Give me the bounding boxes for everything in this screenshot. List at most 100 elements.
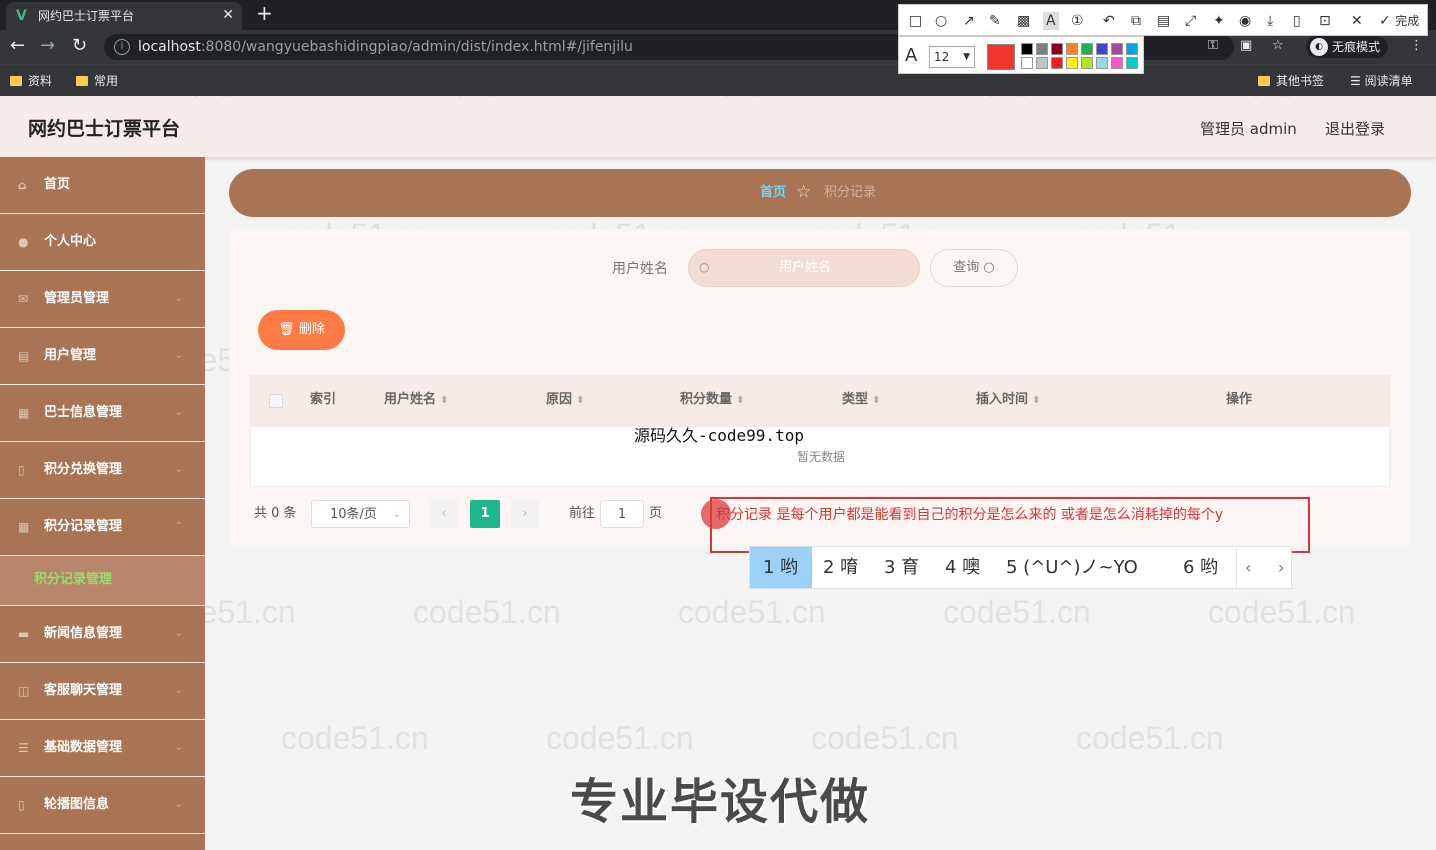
column-header-actions: 操作 xyxy=(1226,392,1253,407)
text-tool-icon[interactable]: A xyxy=(1043,12,1059,30)
search-input[interactable]: ○ 用户姓名 xyxy=(688,249,920,287)
color-swatch[interactable] xyxy=(1081,43,1093,55)
sidebar-item-carousel[interactable]: ▯ 轮播图信息 ⌄ xyxy=(0,777,205,834)
site-info-icon[interactable]: i xyxy=(114,39,130,55)
prev-page-button[interactable]: ‹ xyxy=(430,500,458,528)
sidebar-item-points-records[interactable]: ▦ 积分记录管理 ⌃ xyxy=(0,499,205,556)
sort-icon[interactable]: ⬍ xyxy=(872,395,880,406)
bookmark-folder[interactable]: 资料 xyxy=(10,73,52,89)
ime-candidate[interactable]: 3 育 xyxy=(884,547,919,588)
sidebar-item-news[interactable]: ▬ 新闻信息管理 ⌄ xyxy=(0,606,205,663)
number-tool-icon[interactable]: ① xyxy=(1071,12,1084,30)
ime-prev-icon[interactable]: ‹ xyxy=(1236,547,1251,588)
color-swatch[interactable] xyxy=(1021,57,1033,69)
ime-candidate[interactable]: 6 哟 xyxy=(1183,547,1218,588)
browser-tab[interactable]: V 网约巴士订票平台 ✕ xyxy=(6,2,242,30)
other-bookmarks[interactable]: 其他书签 xyxy=(1258,73,1324,89)
color-swatch[interactable] xyxy=(1111,57,1123,69)
code99-watermark: 源码久久-code99.top xyxy=(634,426,804,445)
font-size-select[interactable]: 12 ▼ xyxy=(929,46,975,68)
pen-tool-icon[interactable]: ✎ xyxy=(989,12,1001,30)
back-icon[interactable]: ← xyxy=(10,36,25,56)
color-swatch[interactable] xyxy=(1066,57,1078,69)
color-swatch[interactable] xyxy=(1021,43,1033,55)
tab-close-icon[interactable]: ✕ xyxy=(222,7,234,23)
mosaic-tool-icon[interactable]: ▩ xyxy=(1017,12,1030,30)
submenu-item-points-records[interactable]: 积分记录管理 xyxy=(0,556,205,606)
color-swatch[interactable] xyxy=(1126,43,1138,55)
color-swatch[interactable] xyxy=(1096,43,1108,55)
delete-button[interactable]: 🗑︎ 删除 xyxy=(258,310,345,350)
sidebar-item-users[interactable]: ▤ 用户管理 ⌄ xyxy=(0,328,205,385)
ellipse-tool-icon[interactable]: ○ xyxy=(935,12,947,30)
color-swatch[interactable] xyxy=(1111,43,1123,55)
goto-label: 前往 xyxy=(569,506,596,521)
color-swatch[interactable] xyxy=(1081,57,1093,69)
current-color-swatch[interactable] xyxy=(987,44,1015,70)
column-header-reason[interactable]: 原因 ⬍ xyxy=(546,392,584,409)
ime-next-icon[interactable]: › xyxy=(1278,547,1284,588)
download-icon[interactable]: ⤓ xyxy=(1267,12,1273,30)
sidebar-item-base-data[interactable]: ☰ 基础数据管理 ⌄ xyxy=(0,720,205,777)
sort-icon[interactable]: ⬍ xyxy=(576,395,584,406)
ime-candidate[interactable]: 2 唷 xyxy=(823,547,858,588)
sort-icon[interactable]: ⬍ xyxy=(736,395,744,406)
record-icon[interactable]: ◉ xyxy=(1239,12,1251,30)
arrow-tool-icon[interactable]: ↗ xyxy=(963,12,975,30)
color-swatch[interactable] xyxy=(1036,57,1048,69)
color-swatch[interactable] xyxy=(1096,57,1108,69)
undo-icon[interactable]: ↶ xyxy=(1103,12,1115,30)
site-watermark: code51.cn xyxy=(1076,720,1224,756)
reload-icon[interactable]: ↻ xyxy=(72,36,87,56)
color-swatch[interactable] xyxy=(1051,57,1063,69)
reading-list[interactable]: ☰ 阅读清单 xyxy=(1350,73,1413,89)
pin-image-icon[interactable]: ⧉ xyxy=(1131,12,1141,30)
expand-icon[interactable]: ⤢ xyxy=(1185,12,1196,30)
next-page-button[interactable]: › xyxy=(511,500,539,528)
color-swatch[interactable] xyxy=(1066,43,1078,55)
query-button[interactable]: 查询 ○ xyxy=(930,249,1018,287)
select-all-checkbox[interactable] xyxy=(269,394,283,408)
color-swatch[interactable] xyxy=(1051,43,1063,55)
chevron-down-icon: ⌄ xyxy=(174,628,183,639)
chevron-up-icon: ⌃ xyxy=(174,521,183,532)
pagination-total: 共 0 条 xyxy=(254,506,297,521)
column-header-insert-time[interactable]: 插入时间 ⬍ xyxy=(976,392,1040,409)
column-header-username[interactable]: 用户姓名 ⬍ xyxy=(384,392,448,409)
rectangle-tool-icon[interactable]: □ xyxy=(909,12,922,30)
done-button[interactable]: ✓ 完成 xyxy=(1379,12,1419,30)
annotation-text[interactable]: 积分记录 是每个用户都是能看到自己的积分是怎么来的 或者是怎么消耗掉的每个y xyxy=(716,505,1296,526)
ime-candidate[interactable]: 5 (^U^)ノ~YO xyxy=(1006,547,1138,588)
phone-icon[interactable]: ▯ xyxy=(1293,12,1301,30)
bookmark-icon[interactable]: ⊡ xyxy=(1319,12,1331,30)
folder-icon xyxy=(10,76,22,86)
ime-candidate[interactable]: 1 哟 xyxy=(750,547,812,588)
forward-icon[interactable]: → xyxy=(40,36,55,56)
sidebar-item-profile[interactable]: ● 个人中心 xyxy=(0,214,205,271)
column-header-type[interactable]: 类型 ⬍ xyxy=(842,392,880,409)
page-number-active[interactable]: 1 xyxy=(470,500,500,528)
breadcrumb-home[interactable]: 首页 xyxy=(760,185,786,201)
ime-candidate[interactable]: 4 噢 xyxy=(945,547,980,588)
sort-icon[interactable]: ⬍ xyxy=(440,395,448,406)
sidebar-item-bus[interactable]: ▦ 巴士信息管理 ⌄ xyxy=(0,385,205,442)
page-size-select[interactable]: 10条/页 ⌄ xyxy=(311,500,410,528)
ocr-icon[interactable]: ▤ xyxy=(1157,12,1170,30)
pin-icon[interactable]: ✦ xyxy=(1213,12,1225,30)
breadcrumb-current: 积分记录 xyxy=(824,185,877,200)
sidebar-item-admins[interactable]: ✉ 管理员管理 ⌄ xyxy=(0,271,205,328)
ime-candidate-bar: 1 哟 2 唷 3 育 4 噢 5 (^U^)ノ~YO 6 哟 ‹ › xyxy=(749,546,1292,589)
new-tab-icon[interactable]: + xyxy=(256,3,273,23)
sidebar-item-points-exchange[interactable]: ▯ 积分兑换管理 ⌄ xyxy=(0,442,205,499)
bookmark-folder[interactable]: 常用 xyxy=(76,73,118,89)
color-swatch[interactable] xyxy=(1036,43,1048,55)
site-watermark: code51.cn xyxy=(281,720,429,756)
sidebar-item-home[interactable]: ⌂ 首页 xyxy=(0,157,205,214)
color-swatch[interactable] xyxy=(1126,57,1138,69)
sort-icon[interactable]: ⬍ xyxy=(1032,395,1040,406)
cancel-icon[interactable]: ✕ xyxy=(1351,12,1363,30)
sidebar-item-support-chat[interactable]: ◫ 客服聊天管理 ⌄ xyxy=(0,663,205,720)
goto-page-input[interactable]: 1 xyxy=(600,500,644,528)
column-header-points[interactable]: 积分数量 ⬍ xyxy=(680,392,744,409)
logout-link[interactable]: 退出登录 xyxy=(1325,119,1385,139)
